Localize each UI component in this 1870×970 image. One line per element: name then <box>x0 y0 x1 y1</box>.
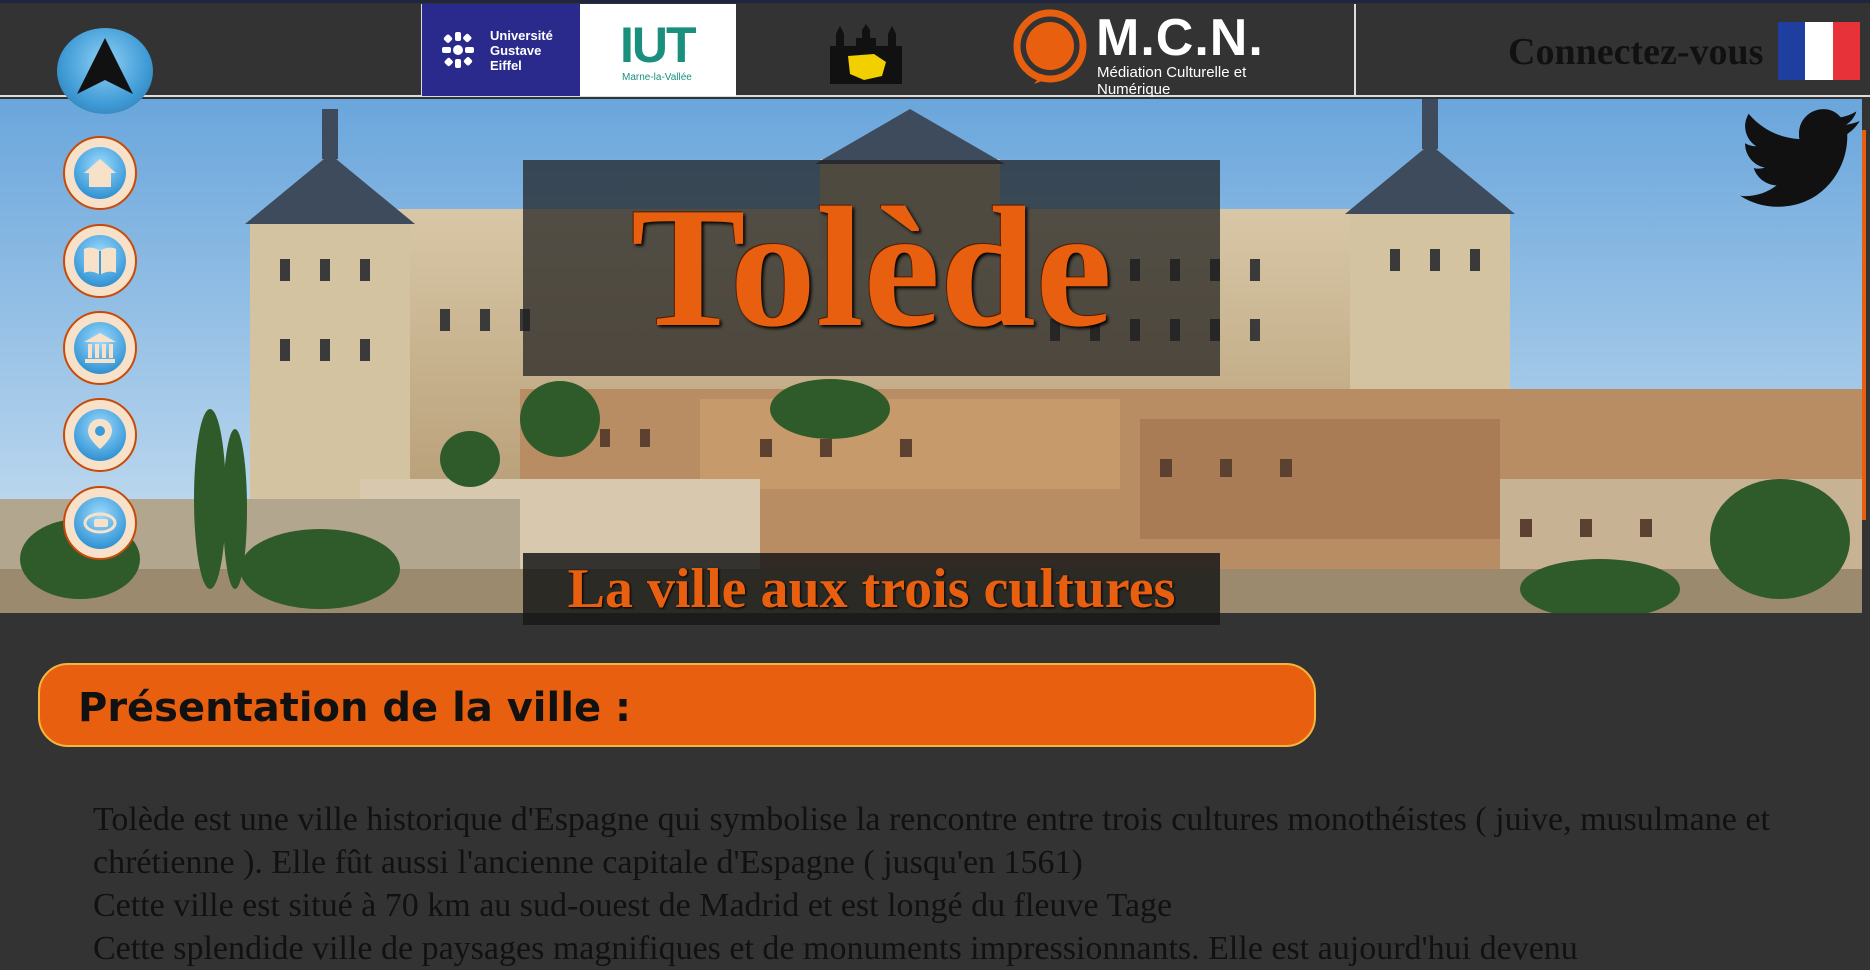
hero-subtitle-panel: La ville aux trois cultures <box>523 553 1220 625</box>
nav-home-button[interactable] <box>63 136 137 210</box>
mcn-name: M.C.N. <box>1096 9 1264 67</box>
uge-line-1: Université <box>490 28 553 43</box>
universite-gustave-eiffel-logo[interactable]: Université Gustave Eiffel <box>422 4 580 96</box>
nav-museum-button[interactable] <box>63 311 137 385</box>
book-icon <box>84 247 116 275</box>
mcn-logo[interactable]: M.C.N. Médiation Culturelle et Numérique <box>1012 6 1322 98</box>
iut-logo[interactable]: IUT Marne-la-Vallée <box>580 4 736 96</box>
iut-name: IUT <box>620 17 697 73</box>
login-link[interactable]: Connectez-vous <box>1508 30 1763 74</box>
page-subtitle: La ville aux trois cultures <box>567 558 1176 620</box>
mcn-sub: Médiation Culturelle et Numérique <box>1097 64 1247 98</box>
castle-spain-icon <box>830 24 902 84</box>
flag-stripe <box>1778 22 1806 80</box>
twitter-link[interactable] <box>1740 108 1862 212</box>
flag-stripe <box>1805 22 1833 80</box>
mcn-globe-icon <box>1013 9 1087 84</box>
divider <box>1354 4 1356 96</box>
uge-line-2: Gustave <box>490 43 542 58</box>
scroll-indicator <box>1862 130 1866 520</box>
arrow-up-icon <box>77 38 133 94</box>
paragraph: Cette splendide ville de paysages magnif… <box>93 930 1578 967</box>
presentation-text: Tolède est une ville historique d'Espagn… <box>93 798 1793 970</box>
toledo-castle-logo[interactable] <box>826 20 906 86</box>
flag-stripe <box>1832 22 1860 80</box>
paragraph: Cette ville est situé à 70 km au sud-oue… <box>93 887 1173 924</box>
hero-title-panel: Tolède <box>523 160 1220 376</box>
nav-contact-button[interactable] <box>63 486 137 560</box>
location-pin-icon <box>88 419 112 449</box>
section-heading: Présentation de la ville : <box>78 685 631 731</box>
nav-book-button[interactable] <box>63 224 137 298</box>
section-heading-bar: Présentation de la ville : <box>38 663 1316 747</box>
paragraph: Tolède est une ville historique d'Espagn… <box>93 801 1770 881</box>
home-icon <box>84 159 116 187</box>
iut-sub: Marne-la-Vallée <box>622 72 692 83</box>
nav-location-button[interactable] <box>63 398 137 472</box>
uge-line-3: Eiffel <box>490 58 522 73</box>
twitter-bird-icon <box>1740 109 1860 207</box>
scroll-top-button[interactable] <box>57 28 153 114</box>
museum-icon <box>84 333 116 363</box>
chat-icon <box>83 512 117 534</box>
language-flag-fr[interactable] <box>1778 22 1860 80</box>
page-title: Tolède <box>630 173 1113 363</box>
